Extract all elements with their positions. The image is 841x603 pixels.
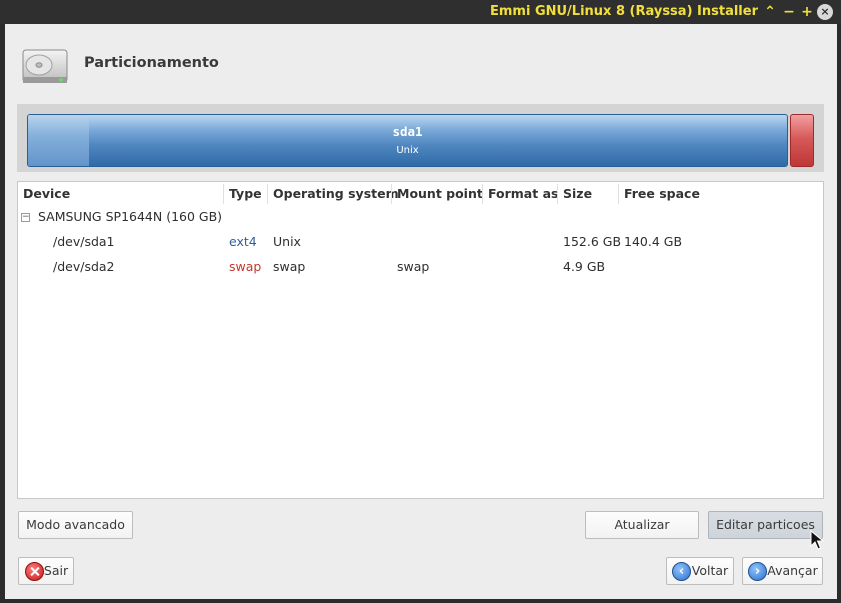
next-button[interactable]: › Avançar <box>742 557 823 585</box>
partition-bar: sda1 Unix <box>17 104 824 172</box>
page-title: Particionamento <box>84 55 219 71</box>
quit-label: Sair <box>43 563 69 578</box>
advanced-mode-button[interactable]: Modo avancado <box>18 511 133 539</box>
title-bar: Emmi GNU/Linux 8 (Rayssa) Installer ⌃ − … <box>0 0 841 24</box>
quit-button[interactable]: Sair <box>18 557 74 585</box>
partition-segment-swap[interactable] <box>790 114 814 167</box>
back-button[interactable]: ‹ Voltar <box>666 557 734 585</box>
partition-name: sda1 <box>392 124 423 139</box>
header-separator <box>391 184 392 204</box>
disk-row[interactable]: − SAMSUNG SP1644N (160 GB) <box>18 205 823 229</box>
cell-type: swap <box>229 259 262 274</box>
table-header: Device Type Operating system Mount point… <box>18 182 823 206</box>
shade-button[interactable]: ⌃ <box>761 2 779 22</box>
cell-size: 152.6 GB <box>563 234 622 249</box>
window-title: Emmi GNU/Linux 8 (Rayssa) Installer <box>489 4 758 19</box>
next-label: Avançar <box>767 563 818 578</box>
header-separator <box>482 184 483 204</box>
partition-used-space <box>28 115 89 166</box>
exit-icon <box>25 562 44 581</box>
header-format[interactable]: Format as <box>488 186 558 201</box>
cell-os: swap <box>273 259 306 274</box>
disk-label: SAMSUNG SP1644N (160 GB) <box>38 209 223 224</box>
header-os[interactable]: Operating system <box>273 186 399 201</box>
edit-partitions-button[interactable]: Editar particoes <box>708 511 823 539</box>
cell-os: Unix <box>273 234 301 249</box>
header-free[interactable]: Free space <box>624 186 700 201</box>
header-separator <box>557 184 558 204</box>
header-separator <box>618 184 619 204</box>
header-separator <box>223 184 224 204</box>
arrow-left-icon: ‹ <box>672 562 691 581</box>
cell-device: /dev/sda2 <box>53 259 115 274</box>
table-row[interactable]: /dev/sda1 ext4 Unix 152.6 GB 140.4 GB <box>18 230 823 254</box>
table-row[interactable]: /dev/sda2 swap swap swap 4.9 GB <box>18 255 823 279</box>
back-label: Voltar <box>691 563 729 578</box>
mouse-pointer-icon <box>810 530 824 550</box>
installer-window: Particionamento sda1 Unix Device Type Op… <box>5 24 837 599</box>
cell-type: ext4 <box>229 234 257 249</box>
header-type[interactable]: Type <box>229 186 262 201</box>
partition-table: Device Type Operating system Mount point… <box>17 181 824 499</box>
maximize-button[interactable]: + <box>798 2 816 22</box>
minimize-button[interactable]: − <box>780 2 798 22</box>
close-button[interactable]: × <box>817 4 833 20</box>
partition-filesystem: Unix <box>396 145 419 156</box>
cell-mount: swap <box>397 259 430 274</box>
refresh-button[interactable]: Atualizar <box>585 511 699 539</box>
header-device[interactable]: Device <box>23 186 70 201</box>
header-size[interactable]: Size <box>563 186 592 201</box>
hard-disk-icon <box>22 49 68 83</box>
partition-segment-sda1[interactable]: sda1 Unix <box>27 114 788 167</box>
cell-size: 4.9 GB <box>563 259 606 274</box>
arrow-right-icon: › <box>748 562 767 581</box>
cell-device: /dev/sda1 <box>53 234 115 249</box>
cell-free: 140.4 GB <box>624 234 683 249</box>
header-mount[interactable]: Mount point <box>397 186 483 201</box>
header-separator <box>267 184 268 204</box>
collapse-icon[interactable]: − <box>21 213 30 222</box>
